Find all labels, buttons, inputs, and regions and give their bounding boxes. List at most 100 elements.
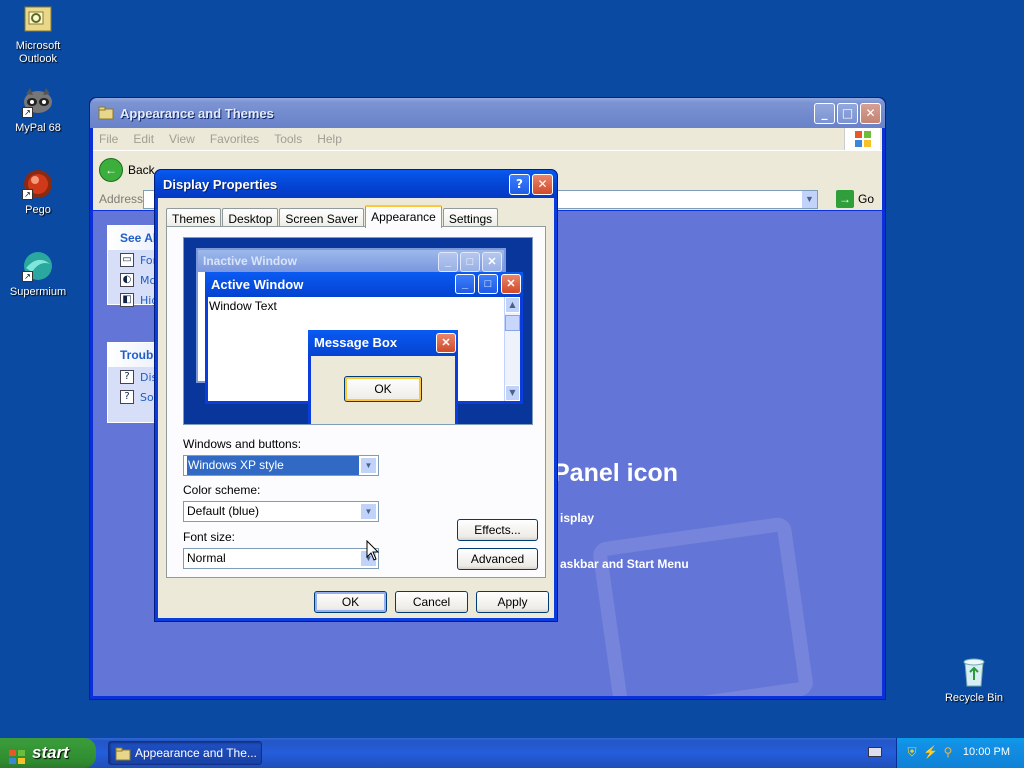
desktop-icon-label: MyPal 68 bbox=[15, 122, 61, 134]
clock[interactable]: 10:00 PM bbox=[963, 746, 1010, 758]
security-shield-icon[interactable]: ⛨ bbox=[905, 745, 919, 760]
folder-icon: ▭ bbox=[120, 253, 134, 267]
search-icon[interactable]: ⚲ bbox=[941, 745, 955, 760]
back-arrow-icon[interactable]: ← bbox=[99, 157, 123, 182]
network-icon[interactable]: ⚡ bbox=[923, 745, 938, 760]
apply-button[interactable]: Apply bbox=[476, 591, 549, 613]
preview-active-window: Active Window _ □ ✕ Window Text ▲ ▼ Mess… bbox=[205, 272, 523, 424]
minimize-button[interactable]: _ bbox=[814, 102, 835, 124]
desktop-icon-pego[interactable]: ↗ Pego bbox=[0, 168, 76, 216]
watermark-monitor-icon bbox=[591, 515, 815, 696]
preview-active-title: Active Window _ □ ✕ bbox=[205, 272, 523, 297]
menu-favorites[interactable]: Favorites bbox=[210, 132, 259, 146]
link-taskbar[interactable]: askbar and Start Menu bbox=[560, 557, 689, 571]
advanced-button[interactable]: Advanced bbox=[457, 548, 538, 570]
dialog-body: Themes Desktop Screen Saver Appearance S… bbox=[158, 198, 554, 618]
supermium-icon: ↗ bbox=[22, 250, 54, 282]
windows-logo-icon bbox=[8, 745, 26, 764]
taskbar-item-appearance[interactable]: Appearance and The... bbox=[108, 741, 262, 765]
close-icon: ✕ bbox=[501, 274, 521, 294]
preview-scrollbar: ▲ ▼ bbox=[504, 297, 520, 401]
dialog-title: Display Properties bbox=[163, 176, 278, 192]
desktop-icon-label: Microsoft Outlook bbox=[15, 40, 61, 65]
desktop-icon-mypal[interactable]: ↗ MyPal 68 bbox=[0, 86, 76, 134]
chevron-down-icon[interactable]: ▼ bbox=[360, 503, 377, 520]
control-panel-heading: Panel icon bbox=[553, 459, 679, 487]
close-icon: ✕ bbox=[482, 252, 502, 272]
display-properties-dialog[interactable]: Display Properties ? ✕ Themes Desktop Sc… bbox=[154, 169, 558, 622]
minimize-icon: _ bbox=[455, 274, 475, 294]
close-button[interactable]: ✕ bbox=[532, 173, 553, 195]
desktop-icon-label: Pego bbox=[25, 204, 51, 216]
mouse-cursor-icon bbox=[366, 539, 380, 562]
folder-icon bbox=[98, 106, 114, 120]
keyboard-icon[interactable] bbox=[868, 747, 882, 757]
scroll-up-icon: ▲ bbox=[505, 297, 520, 313]
preview-message-title: Message Box ✕ bbox=[308, 330, 458, 356]
link-display[interactable]: isplay bbox=[560, 511, 594, 525]
shortcut-arrow-icon: ↗ bbox=[22, 271, 33, 282]
tab-appearance[interactable]: Appearance bbox=[365, 205, 442, 228]
menu-file[interactable]: File bbox=[99, 132, 118, 146]
taskbar: start Appearance and The... ⛨ ⚡ ⚲ 10:00 … bbox=[0, 738, 1024, 768]
shortcut-arrow-icon: ↗ bbox=[22, 107, 33, 118]
taskbar-item-label: Appearance and The... bbox=[135, 746, 257, 760]
preview-window-text: Window Text bbox=[209, 299, 277, 313]
minimize-icon: _ bbox=[438, 252, 458, 272]
desktop-icon-label: Recycle Bin bbox=[944, 692, 1004, 704]
dialog-title-bar[interactable]: Display Properties ? ✕ bbox=[155, 170, 557, 198]
outlook-icon bbox=[22, 4, 54, 36]
ok-button[interactable]: OK bbox=[314, 591, 387, 613]
maximize-icon: □ bbox=[460, 252, 480, 272]
back-button-label[interactable]: Back bbox=[128, 163, 155, 177]
contrast-icon: ◧ bbox=[120, 293, 134, 307]
effects-button[interactable]: Effects... bbox=[457, 519, 538, 541]
go-arrow-icon: → bbox=[835, 190, 854, 208]
preview-ok-button: OK bbox=[344, 376, 422, 402]
maximize-icon: □ bbox=[478, 274, 498, 294]
close-icon: ✕ bbox=[436, 333, 456, 353]
folder-icon bbox=[115, 746, 131, 761]
explorer-title-bar[interactable]: Appearance and Themes _ □ ✕ bbox=[90, 98, 885, 128]
chevron-down-icon[interactable]: ▼ bbox=[801, 191, 817, 208]
help-button[interactable]: ? bbox=[509, 173, 530, 195]
menu-tools[interactable]: Tools bbox=[274, 132, 302, 146]
scroll-thumb bbox=[505, 315, 520, 331]
preview-inactive-title: Inactive Window _ □ ✕ bbox=[198, 250, 504, 272]
maximize-button[interactable]: □ bbox=[837, 102, 858, 124]
scroll-down-icon: ▼ bbox=[505, 385, 520, 401]
go-button[interactable]: → Go bbox=[835, 190, 874, 208]
appearance-preview: Inactive Window _ □ ✕ Active Window _ □ … bbox=[183, 237, 533, 425]
mypal-icon: ↗ bbox=[22, 86, 54, 118]
chevron-down-icon[interactable]: ▼ bbox=[360, 457, 377, 474]
tab-strip: Themes Desktop Screen Saver Appearance S… bbox=[166, 205, 499, 228]
pego-icon: ↗ bbox=[22, 168, 54, 200]
tab-screen-saver[interactable]: Screen Saver bbox=[279, 208, 365, 228]
go-label: Go bbox=[857, 192, 874, 206]
font-size-select[interactable]: Normal ▼ bbox=[183, 548, 379, 569]
desktop-icon-outlook[interactable]: Microsoft Outlook bbox=[0, 4, 76, 66]
start-label: start bbox=[32, 743, 69, 762]
recycle-bin-icon bbox=[958, 656, 990, 688]
close-button[interactable]: ✕ bbox=[860, 102, 881, 124]
desktop-icon-label: Supermium bbox=[9, 286, 67, 298]
help-icon: ? bbox=[120, 370, 134, 384]
tab-settings[interactable]: Settings bbox=[442, 208, 499, 228]
windows-buttons-select[interactable]: Windows XP style ▼ bbox=[183, 455, 379, 476]
desktop-icon-recycle-bin[interactable]: Recycle Bin bbox=[936, 656, 1012, 704]
tab-desktop[interactable]: Desktop bbox=[222, 208, 279, 228]
preview-message-box: Message Box ✕ OK bbox=[308, 330, 458, 424]
system-tray: ⛨ ⚡ ⚲ 10:00 PM bbox=[896, 738, 1024, 768]
menu-help[interactable]: Help bbox=[317, 132, 342, 146]
menu-view[interactable]: View bbox=[169, 132, 195, 146]
desktop-icon-supermium[interactable]: ↗ Supermium bbox=[0, 250, 76, 298]
start-button[interactable]: start bbox=[0, 738, 96, 768]
font-size-label: Font size: bbox=[183, 530, 236, 544]
windows-logo-icon bbox=[844, 128, 880, 150]
tab-themes[interactable]: Themes bbox=[166, 208, 222, 228]
color-scheme-select[interactable]: Default (blue) ▼ bbox=[183, 501, 379, 522]
shortcut-arrow-icon: ↗ bbox=[22, 189, 33, 200]
cancel-button[interactable]: Cancel bbox=[395, 591, 468, 613]
menu-edit[interactable]: Edit bbox=[133, 132, 154, 146]
address-label: Address bbox=[99, 192, 144, 206]
